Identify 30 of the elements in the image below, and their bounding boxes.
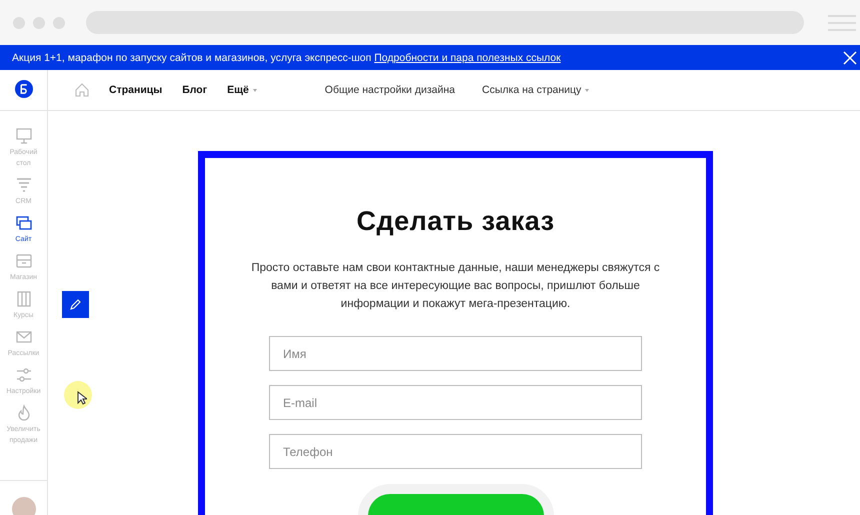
home-icon[interactable]	[75, 83, 89, 97]
book-icon	[14, 290, 32, 308]
nav-link[interactable]: Ещё	[227, 84, 257, 96]
cursor-highlight	[64, 381, 92, 409]
input-field[interactable]: Имя	[269, 336, 642, 371]
window-controls-icon	[13, 16, 65, 28]
input-field[interactable]: Телефон	[269, 434, 642, 469]
pencil-icon	[70, 299, 81, 310]
monitor-icon	[14, 127, 32, 145]
windows-icon	[14, 214, 32, 232]
input-field[interactable]: E-mail	[269, 385, 642, 420]
avatar[interactable]	[12, 497, 36, 515]
nav-link[interactable]: Общие настройки дизайна	[324, 84, 455, 96]
sliders-icon	[14, 366, 32, 384]
promo-text: Акция 1+1, марафон по запуску сайтов и магазинов, услуга экспресс-шоп Подробности и пара полезных ссылок	[12, 52, 562, 64]
funnel-icon	[14, 176, 32, 194]
close-icon[interactable]	[843, 50, 857, 64]
nav-link[interactable]: Ссылка на страницу	[482, 84, 590, 96]
logo-icon[interactable]	[14, 80, 32, 98]
form-title: Сделать заказ	[356, 206, 554, 237]
details-link[interactable]: Подробности и пара полезных ссылок	[374, 52, 561, 64]
nav-link[interactable]: Блог	[182, 84, 208, 96]
nav-link[interactable]: Страницы	[109, 84, 162, 96]
cursor-icon	[77, 391, 87, 405]
drawer-icon	[14, 252, 32, 270]
form-description: Просто оставьте нам свои контактные данные, наши менеджеры свяжутся с вами и ответят на все интересующие вас вопросы, пришлют больше информации и покажут мега-презентацию.	[250, 261, 660, 312]
menu-icon[interactable]	[828, 14, 856, 30]
edit-button[interactable]	[62, 291, 89, 318]
caret-icon	[252, 88, 257, 92]
caret-icon	[585, 88, 590, 92]
